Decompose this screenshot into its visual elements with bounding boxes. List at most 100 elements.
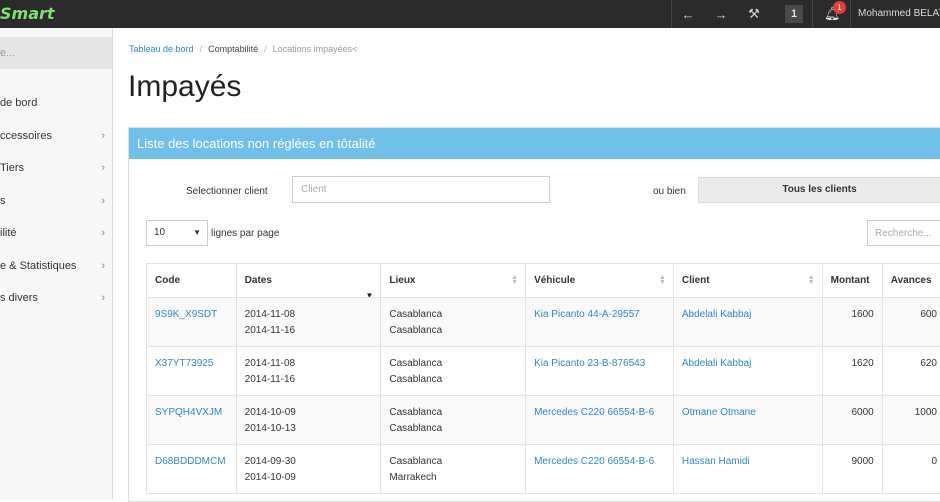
column-header-label: Montant (831, 275, 870, 286)
app-logo[interactable]: Smart (0, 4, 55, 23)
column-header-montant[interactable]: Montant (822, 264, 882, 298)
sidebar-item-label: ccessoires (0, 120, 52, 152)
sidebar-item-label: s (0, 185, 6, 217)
vehicle-link[interactable]: Kia Picanto 44-A-29557 (534, 309, 640, 320)
column-header-label: Avances (891, 275, 932, 286)
rental-code-link[interactable]: 9S9K_X9SDT (155, 309, 217, 320)
return-location: Casablanca (389, 323, 517, 339)
rental-code-link[interactable]: X37YT73925 (155, 358, 213, 369)
breadcrumb-section[interactable]: Comptabilité (208, 44, 258, 54)
sidebar-item-statistiques[interactable]: e & Statistiques › (0, 250, 112, 282)
sidebar-item-label: s divers (0, 282, 38, 314)
user-menu[interactable]: Mohammed BELATA (858, 8, 940, 19)
arrow-right-icon[interactable]: → (711, 7, 731, 22)
column-header-dates[interactable]: Dates ▼ (236, 264, 381, 298)
end-date: 2014-10-13 (245, 421, 373, 437)
column-header-client[interactable]: Client ▲▼ (673, 264, 822, 298)
unpaid-rentals-panel: Liste des locations non réglées en tôtal… (128, 127, 940, 502)
sidebar-item-label: de bord (0, 87, 37, 119)
breadcrumb-home-link[interactable]: Tableau de bord (129, 44, 194, 54)
sidebar-item-label: ilité (0, 217, 17, 249)
caret-down-icon: ▼ (193, 221, 201, 245)
column-header-avances[interactable]: Avances (882, 264, 940, 298)
column-header-label: Dates (245, 275, 272, 286)
pickup-location: Casablanca (389, 356, 517, 372)
pickup-location: Casablanca (389, 405, 517, 421)
return-location: Casablanca (389, 372, 517, 388)
dropdown-toggle-icon[interactable]: 1 (785, 5, 803, 23)
sidebar-item-divers[interactable]: s divers › (0, 282, 112, 314)
page-length-value: 10 (154, 227, 165, 238)
table-row: SYPQH4VXJM 2014-10-092014-10-13 Casablan… (147, 396, 940, 445)
table-row: 9S9K_X9SDT 2014-11-082014-11-16 Casablan… (147, 298, 940, 347)
top-navbar: Smart ← → ⚒ 1 🔔︎ 1 Mohammed BELATA (0, 0, 940, 28)
navbar-divider (850, 0, 851, 28)
sidebar-item-accessories[interactable]: ccessoires › (0, 120, 112, 152)
return-location: Marrakech (389, 470, 517, 486)
main-content: Tableau de bord/Comptabilité/Locations i… (113, 28, 940, 500)
client-link[interactable]: Abdelali Kabbaj (682, 309, 752, 320)
end-date: 2014-11-16 (245, 372, 373, 388)
sort-desc-icon: ▼ (365, 279, 373, 298)
page-title: Impayés (128, 70, 241, 104)
select-client-label: Selectionner client (186, 186, 268, 197)
sidebar-item-label: Tiers (0, 152, 24, 184)
sort-icon: ▲▼ (808, 275, 815, 285)
chevron-right-icon: › (101, 282, 105, 314)
table-row: D68BDDDMCM 2014-09-302014-10-09 Casablan… (147, 445, 940, 494)
chevron-right-icon: › (101, 217, 105, 249)
sidebar: e... de bord ccessoires › Tiers › s › il… (0, 28, 113, 500)
start-date: 2014-09-30 (245, 454, 373, 470)
breadcrumb-separator: / (264, 44, 267, 54)
sidebar-item-tiers[interactable]: Tiers › (0, 152, 112, 184)
start-date: 2014-10-09 (245, 405, 373, 421)
sidebar-item-s[interactable]: s › (0, 185, 112, 217)
navbar-divider (671, 0, 672, 28)
column-header-vehicule[interactable]: Véhicule▲▼ (526, 264, 674, 298)
amount-cell: 1620 (822, 347, 882, 396)
amount-cell: 9000 (822, 445, 882, 494)
amount-cell: 1600 (822, 298, 882, 347)
sidebar-search-input[interactable]: e... (0, 37, 112, 69)
table-search-input[interactable] (867, 220, 940, 246)
vehicle-link[interactable]: Kia Picanto 23-B-876543 (534, 358, 645, 369)
chevron-right-icon: › (101, 250, 105, 282)
vehicle-link[interactable]: Mercedes C220 66554-B-6 (534, 456, 654, 467)
rental-code-link[interactable]: D68BDDDMCM (155, 456, 226, 467)
client-input[interactable] (292, 176, 550, 203)
advance-cell: 0 (882, 445, 940, 494)
client-link[interactable]: Abdelali Kabbaj (682, 358, 752, 369)
arrow-left-icon[interactable]: ← (678, 7, 698, 22)
navbar-divider (812, 0, 813, 28)
advance-cell: 600 (882, 298, 940, 347)
column-header-code[interactable]: Code (147, 264, 237, 298)
panel-title: Liste des locations non réglées en tôtal… (129, 128, 940, 159)
column-header-lieux[interactable]: Lieux▲▼ (381, 264, 526, 298)
sidebar-item-label: e & Statistiques (0, 250, 76, 282)
sidebar-item-comptabilite[interactable]: ilité › (0, 217, 112, 249)
all-clients-button[interactable]: Tous les clients (698, 177, 940, 203)
start-date: 2014-11-08 (245, 307, 373, 323)
column-header-label: Code (155, 275, 180, 286)
pickup-location: Casablanca (389, 454, 517, 470)
sidebar-item-dashboard[interactable]: de bord (0, 87, 112, 119)
vehicle-link[interactable]: Mercedes C220 66554-B-6 (534, 407, 654, 418)
column-header-label: Client (682, 275, 710, 286)
client-link[interactable]: Hassan Hamidi (682, 456, 750, 467)
advance-cell: 1000 (882, 396, 940, 445)
table-header-row: Code Dates▼ Lieux▲▼ Véhicule▲▼ Client▲▼ … (147, 264, 940, 298)
breadcrumb: Tableau de bord/Comptabilité/Locations i… (129, 44, 357, 54)
rental-code-link[interactable]: SYPQH4VXJM (155, 407, 222, 418)
table-row: X37YT73925 2014-11-082014-11-16 Casablan… (147, 347, 940, 396)
unpaid-table: Code Dates▼ Lieux▲▼ Véhicule▲▼ Client▲▼ … (146, 263, 940, 494)
magic-wand-icon[interactable]: ⚒ (744, 6, 764, 22)
page-length-label: lignes par page (211, 228, 279, 239)
notification-badge: 1 (833, 1, 846, 14)
end-date: 2014-11-16 (245, 323, 373, 339)
sort-icon: ▲▼ (511, 275, 518, 285)
client-link[interactable]: Otmane Otmane (682, 407, 756, 418)
chevron-right-icon: › (101, 120, 105, 152)
page-length-select[interactable]: 10 ▼ (146, 220, 208, 246)
breadcrumb-current: Locations impayées< (273, 44, 358, 54)
or-label: ou bien (653, 186, 686, 197)
